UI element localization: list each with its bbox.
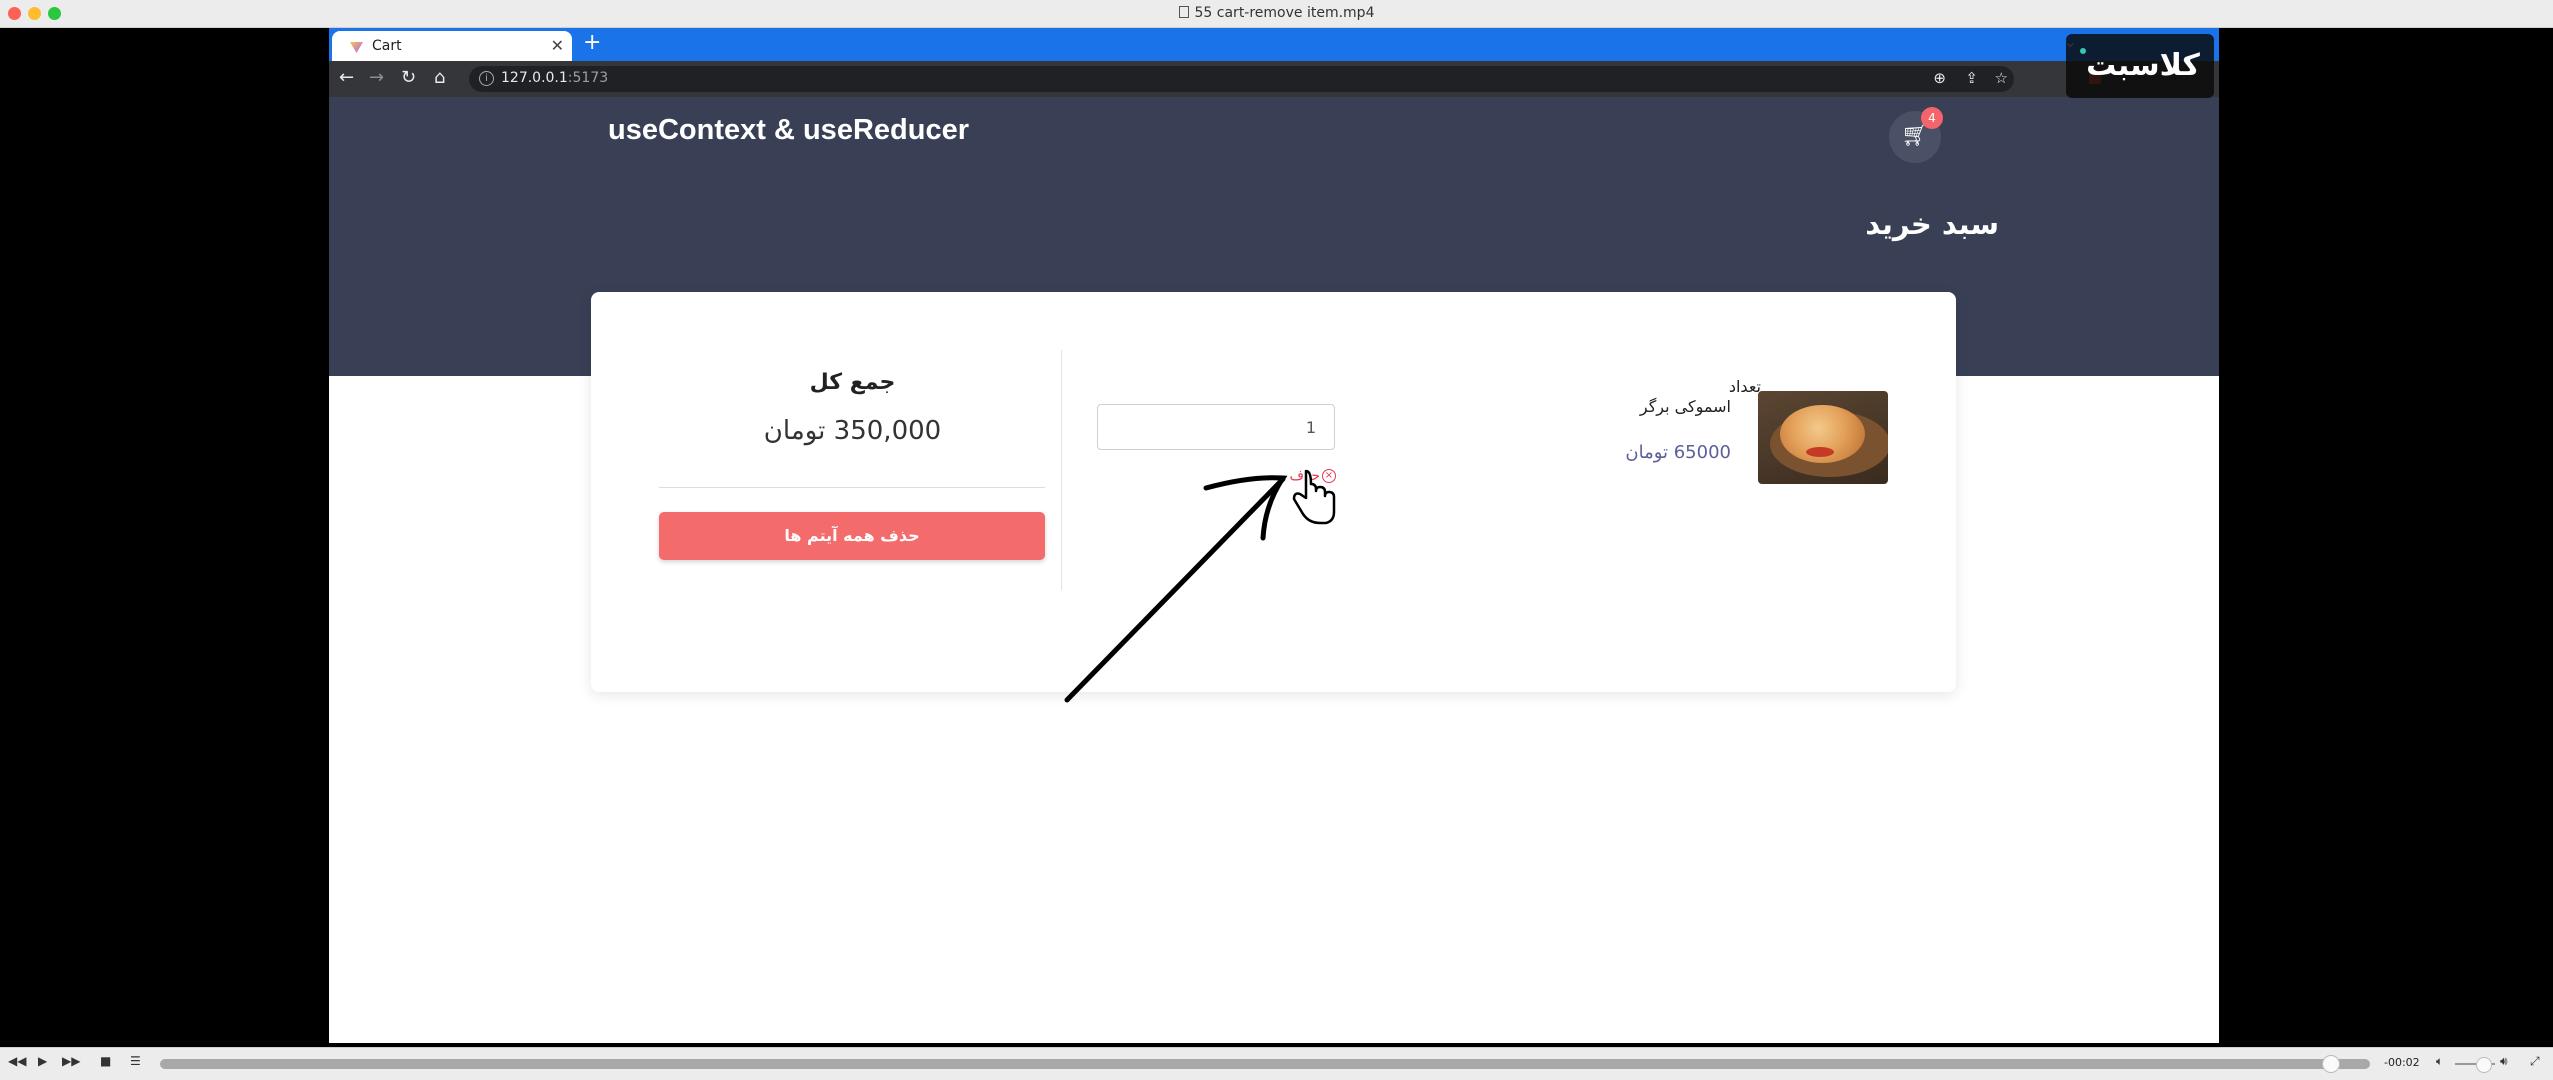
volume-max-icon[interactable]: 🔊︎ (2500, 1054, 2508, 1069)
player-controls: ◀◀ ▶ ▶▶ ■ ☰ -00:02 🔈︎ 🔊︎ ⤢ (0, 1047, 2553, 1080)
stop-icon[interactable]: ■ (100, 1054, 111, 1068)
volume-mute-icon[interactable]: 🔈︎ (2436, 1054, 2443, 1069)
player-title-text: 55 cart-remove item.mp4 (1194, 5, 1375, 21)
tab-close-icon[interactable]: ✕ (551, 36, 564, 55)
product-name: اسموکی برگر (1639, 397, 1731, 416)
order-summary: جمع کل 350,000 تومان حذف همه آیتم ها (591, 350, 1062, 590)
rewind-icon[interactable]: ◀◀ (8, 1054, 26, 1068)
summary-divider (659, 487, 1045, 488)
reload-icon[interactable]: ↻ (401, 67, 416, 88)
fast-forward-icon[interactable]: ▶▶ (62, 1054, 80, 1068)
browser-toolbar: ← → ↻ ⌂ i 127.0.0.1:5173 ⊕ ⇪ ☆ (329, 61, 2219, 97)
play-icon[interactable]: ▶ (38, 1054, 47, 1068)
quantity-input[interactable] (1097, 404, 1335, 450)
address-bar[interactable]: i 127.0.0.1:5173 ⊕ ⇪ ☆ (469, 66, 2014, 92)
total-value: 350,000 تومان (763, 416, 942, 446)
forward-icon[interactable]: → (369, 67, 384, 88)
playlist-icon[interactable]: ☰ (130, 1054, 141, 1068)
time-remaining: -00:02 (2384, 1056, 2420, 1069)
product-price: 65000 تومان (1625, 442, 1731, 463)
cart-count-badge: 4 (1921, 107, 1943, 129)
cart-card: جمع کل 350,000 تومان حذف همه آیتم ها تعد… (591, 292, 1956, 692)
url-text[interactable]: 127.0.0.1:5173 (501, 70, 608, 86)
back-icon[interactable]: ← (339, 67, 354, 88)
remove-x-icon: × (1322, 468, 1336, 483)
seek-knob[interactable] (2322, 1055, 2340, 1073)
product-image (1758, 391, 1888, 484)
vite-favicon-icon (350, 41, 363, 53)
total-label: جمع کل (809, 370, 896, 395)
fullscreen-icon[interactable]: ⤢ (2530, 1054, 2540, 1069)
watermark-logo: کلاسبت (2066, 34, 2214, 98)
volume-knob[interactable] (2476, 1057, 2492, 1073)
share-icon[interactable]: ⇪ (1965, 69, 1978, 87)
cart-app: useContext & useReducer 🛒︎ 4 سبد خرید جم… (329, 97, 2219, 1043)
tab-title: Cart (372, 38, 402, 54)
player-titlebar: 55 cart-remove item.mp4 (0, 0, 2553, 28)
watermark-text: کلاسبت (2086, 48, 2200, 83)
file-icon (1178, 6, 1189, 18)
seek-bar[interactable] (160, 1059, 2370, 1069)
star-icon[interactable]: ☆ (1995, 69, 2008, 87)
clear-all-button[interactable]: حذف همه آیتم ها (659, 512, 1045, 560)
remove-item-button[interactable]: ×حذف (1266, 465, 1336, 485)
remove-item-label: حذف (1289, 467, 1320, 484)
browser-window: Cart ✕ + ⌄ ← → ↻ ⌂ i 127.0.0.1:5173 ⊕ ⇪ … (329, 28, 2219, 1043)
tab-cart[interactable]: Cart ✕ (332, 31, 572, 61)
quantity-label: تعداد (1728, 377, 1761, 396)
player-title: 55 cart-remove item.mp4 (0, 5, 2553, 21)
page-title: سبد خرید (1865, 207, 1999, 241)
home-icon[interactable]: ⌂ (434, 67, 445, 88)
zoom-icon[interactable]: ⊕ (1933, 69, 1946, 87)
new-tab-button[interactable]: + (583, 30, 601, 55)
brand-title[interactable]: useContext & useReducer (608, 114, 969, 147)
tab-bar: Cart ✕ + ⌄ (329, 28, 2219, 61)
info-icon[interactable]: i (479, 71, 494, 86)
